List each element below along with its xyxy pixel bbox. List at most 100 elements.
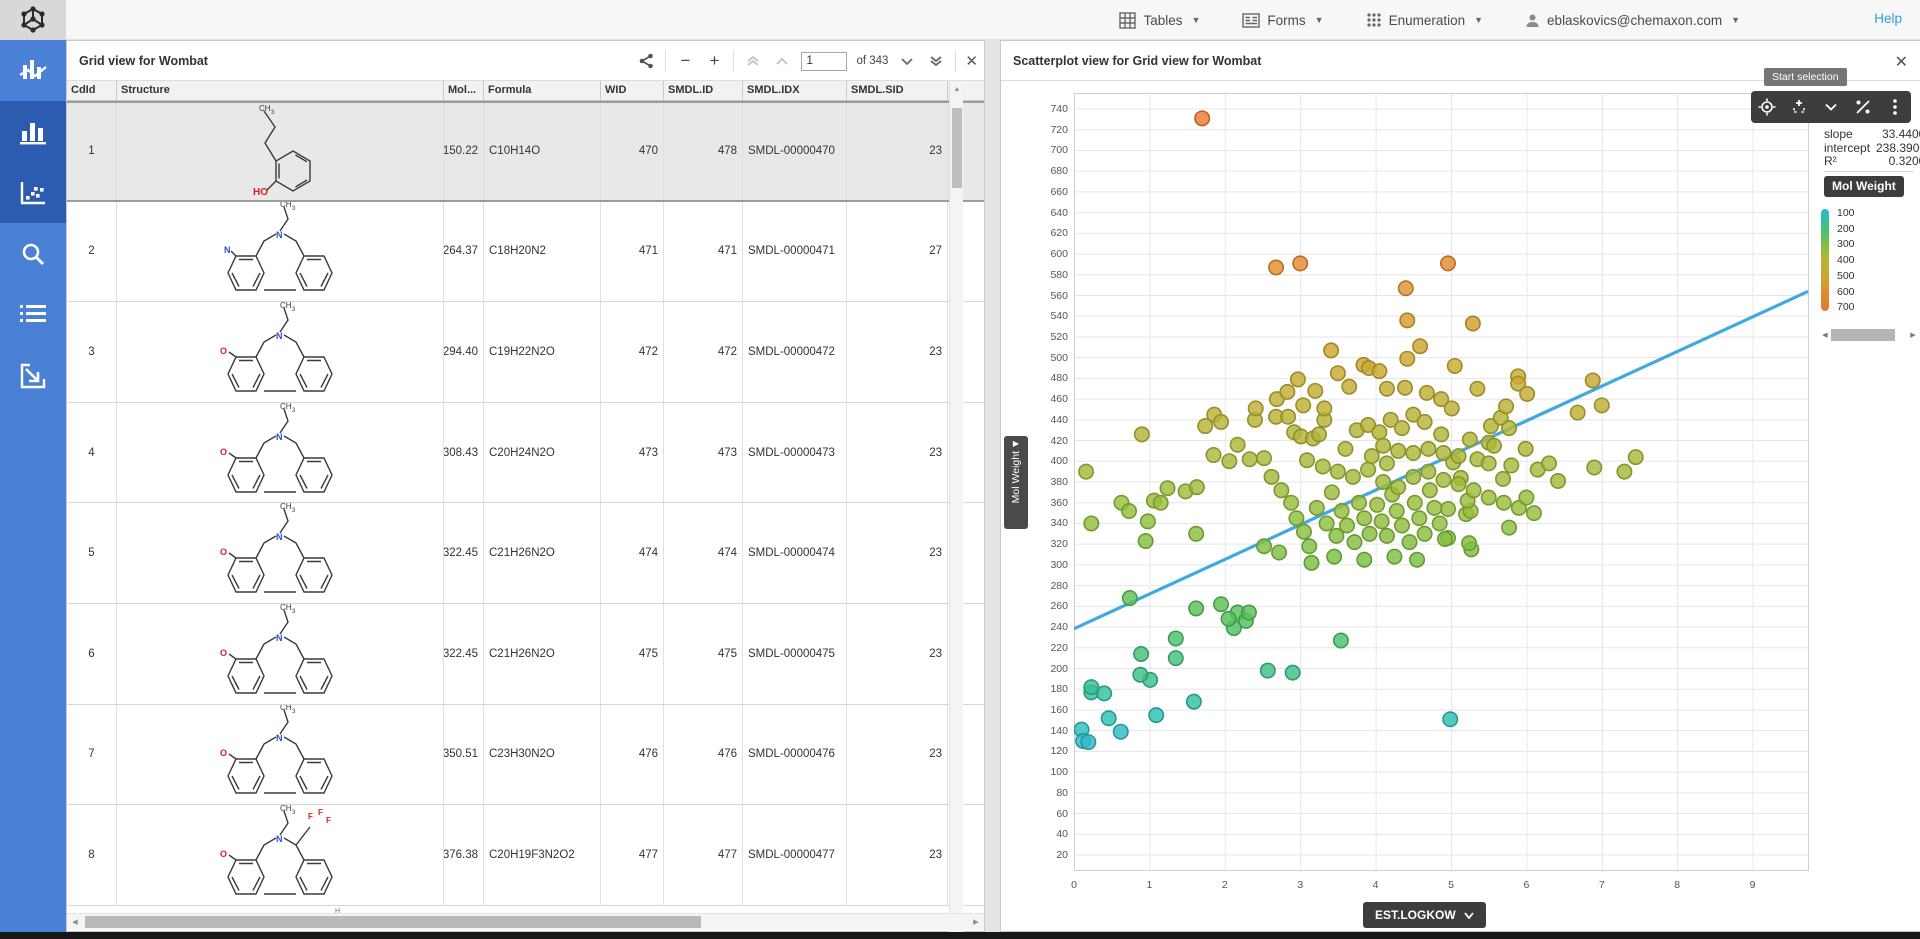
cell-structure[interactable]: N CH3 O bbox=[117, 302, 444, 402]
data-point[interactable] bbox=[1195, 111, 1209, 125]
data-point[interactable] bbox=[1289, 511, 1303, 525]
cell-structure[interactable]: N CH3 O bbox=[117, 705, 444, 805]
data-point[interactable] bbox=[1586, 373, 1600, 387]
data-point[interactable] bbox=[1149, 708, 1163, 722]
cell-cdid[interactable]: 4 bbox=[67, 403, 117, 503]
data-point[interactable] bbox=[1284, 496, 1298, 510]
data-point[interactable] bbox=[1448, 359, 1462, 373]
data-point[interactable] bbox=[1408, 496, 1422, 510]
grid-hscroll-thumb[interactable] bbox=[85, 916, 701, 928]
data-point[interactable] bbox=[1079, 464, 1093, 478]
table-row[interactable]: 2 N CH3 N 264.37C18H20N2471471SMDL-00000… bbox=[67, 202, 984, 303]
cell-mol-weight[interactable]: 264.37 bbox=[444, 202, 484, 302]
data-point[interactable] bbox=[1434, 427, 1448, 441]
cell-cdid[interactable]: 3 bbox=[67, 302, 117, 402]
column-header-smdlidx[interactable]: SMDL.IDX bbox=[743, 81, 847, 100]
data-point[interactable] bbox=[1272, 545, 1286, 559]
data-point[interactable] bbox=[1391, 444, 1405, 458]
cell-formula[interactable]: C21H26N2O bbox=[484, 604, 601, 704]
cell-smdl-idx[interactable]: SMDL-00000471 bbox=[743, 202, 847, 302]
data-point[interactable] bbox=[1134, 647, 1148, 661]
column-header-smdlsid[interactable]: SMDL.SID bbox=[847, 81, 948, 100]
cell-smdl-idx[interactable]: SMDL-00000475 bbox=[743, 604, 847, 704]
data-point[interactable] bbox=[1421, 442, 1435, 456]
data-point[interactable] bbox=[1441, 502, 1455, 516]
data-point[interactable] bbox=[1417, 415, 1431, 429]
data-point[interactable] bbox=[1380, 382, 1394, 396]
data-point[interactable] bbox=[1462, 536, 1476, 550]
sidebar-item-scatter-chart[interactable] bbox=[0, 162, 66, 223]
data-point[interactable] bbox=[1372, 425, 1386, 439]
cell-formula[interactable]: C19H22N2O bbox=[484, 302, 601, 402]
cell-smdl-sid[interactable]: 23 bbox=[847, 403, 948, 503]
data-point[interactable] bbox=[1317, 401, 1331, 415]
data-point[interactable] bbox=[1312, 427, 1326, 441]
data-point[interactable] bbox=[1406, 446, 1420, 460]
data-point[interactable] bbox=[1141, 514, 1155, 528]
cell-wid[interactable]: 476 bbox=[601, 705, 664, 805]
data-point[interactable] bbox=[1187, 694, 1201, 708]
data-point[interactable] bbox=[1370, 498, 1384, 512]
data-point[interactable] bbox=[1595, 398, 1609, 412]
data-point[interactable] bbox=[1081, 735, 1095, 749]
data-point[interactable] bbox=[1160, 481, 1174, 495]
data-point[interactable] bbox=[1374, 514, 1388, 528]
scroll-right-icon[interactable]: ▶ bbox=[969, 915, 983, 929]
cell-cdid[interactable]: 6 bbox=[67, 604, 117, 704]
cell-formula[interactable]: C20H24N2O bbox=[484, 403, 601, 503]
data-point[interactable] bbox=[1496, 472, 1510, 486]
data-point[interactable] bbox=[1445, 401, 1459, 415]
column-header-smdlid[interactable]: SMDL.ID bbox=[664, 81, 743, 100]
grid-close-icon[interactable]: ✕ bbox=[965, 52, 978, 70]
data-point[interactable] bbox=[1297, 525, 1311, 539]
data-point[interactable] bbox=[1427, 501, 1441, 515]
page-number-input[interactable] bbox=[801, 52, 847, 71]
data-point[interactable] bbox=[1451, 477, 1465, 491]
data-point[interactable] bbox=[1504, 458, 1518, 472]
data-point[interactable] bbox=[1257, 451, 1271, 465]
scroll-up-icon[interactable]: ▲ bbox=[950, 82, 964, 96]
data-point[interactable] bbox=[1380, 456, 1394, 470]
data-point[interactable] bbox=[1242, 605, 1256, 619]
data-point[interactable] bbox=[1206, 448, 1220, 462]
cell-wid[interactable]: 477 bbox=[601, 805, 664, 905]
data-point[interactable] bbox=[1304, 556, 1318, 570]
data-point[interactable] bbox=[1331, 464, 1345, 478]
legend-scrollbar[interactable]: ◀ ▶ bbox=[1819, 328, 1919, 342]
cell-smdl-id[interactable]: 473 bbox=[664, 403, 743, 503]
cell-wid[interactable]: 471 bbox=[601, 202, 664, 302]
cell-smdl-id[interactable]: 475 bbox=[664, 604, 743, 704]
data-point[interactable] bbox=[1432, 516, 1446, 530]
data-point[interactable] bbox=[1300, 453, 1314, 467]
data-point[interactable] bbox=[1190, 480, 1204, 494]
cell-smdl-idx[interactable]: SMDL-00000474 bbox=[743, 503, 847, 603]
data-point[interactable] bbox=[1133, 668, 1147, 682]
cell-smdl-id[interactable]: 471 bbox=[664, 202, 743, 302]
next-page-icon[interactable] bbox=[897, 50, 917, 72]
data-point[interactable] bbox=[1308, 384, 1322, 398]
cell-structure[interactable]: N CH3 O bbox=[117, 604, 444, 704]
data-point[interactable] bbox=[1291, 372, 1305, 386]
data-point[interactable] bbox=[1338, 442, 1352, 456]
data-point[interactable] bbox=[1281, 410, 1295, 424]
data-point[interactable] bbox=[1114, 725, 1128, 739]
zoom-in-button[interactable]: + bbox=[704, 50, 724, 72]
data-point[interactable] bbox=[1285, 665, 1299, 679]
data-point[interactable] bbox=[1376, 475, 1390, 489]
data-point[interactable] bbox=[1466, 483, 1480, 497]
cell-smdl-sid[interactable]: 23 bbox=[847, 302, 948, 402]
legend-title-badge[interactable]: Mol Weight bbox=[1824, 176, 1904, 197]
data-point[interactable] bbox=[1135, 427, 1149, 441]
data-point[interactable] bbox=[1242, 452, 1256, 466]
cell-formula[interactable]: C23H30N2O bbox=[484, 705, 601, 805]
cell-smdl-sid[interactable]: 23 bbox=[847, 705, 948, 805]
zoom-to-selection-icon[interactable] bbox=[1786, 94, 1812, 120]
cell-formula[interactable]: C18H20N2 bbox=[484, 202, 601, 302]
data-point[interactable] bbox=[1376, 439, 1390, 453]
app-logo[interactable] bbox=[0, 0, 66, 40]
zoom-out-button[interactable]: − bbox=[675, 50, 695, 72]
cell-smdl-sid[interactable]: 23 bbox=[847, 503, 948, 603]
data-point[interactable] bbox=[1362, 527, 1376, 541]
data-point[interactable] bbox=[1470, 382, 1484, 396]
more-options-icon[interactable] bbox=[1882, 94, 1908, 120]
